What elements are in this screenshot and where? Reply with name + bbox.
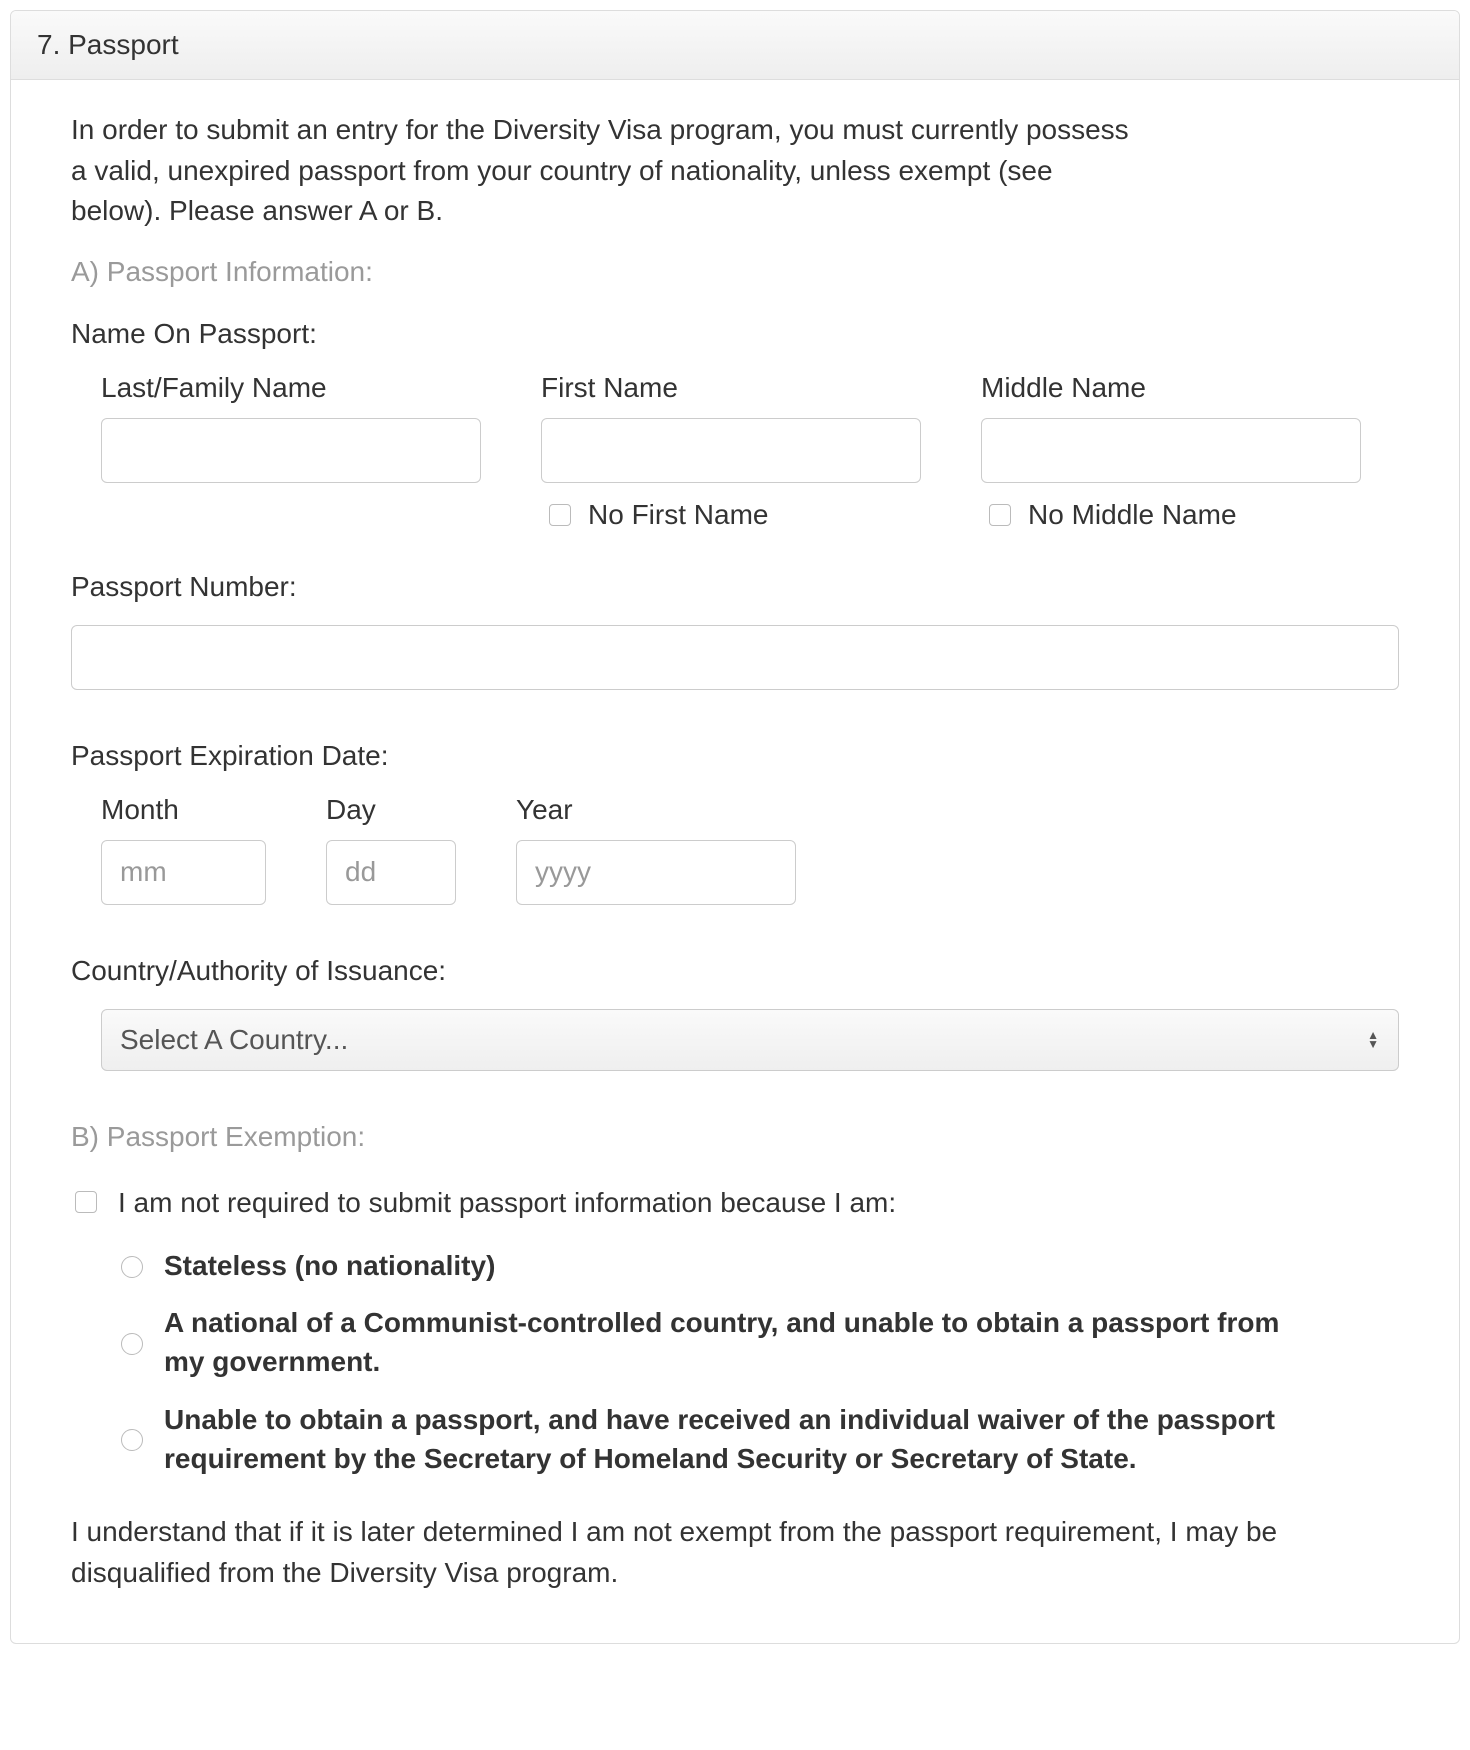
last-name-input[interactable] — [101, 418, 481, 483]
radio-communist-label: A national of a Communist-controlled cou… — [164, 1303, 1284, 1381]
day-input[interactable] — [326, 840, 456, 905]
passport-panel: 7. Passport In order to submit an entry … — [10, 10, 1460, 1644]
radio-waiver[interactable] — [121, 1429, 143, 1451]
exempt-prompt: I am not required to submit passport inf… — [118, 1183, 896, 1222]
disclaimer-text: I understand that if it is later determi… — [71, 1512, 1321, 1593]
no-middle-name-label: No Middle Name — [1028, 499, 1237, 531]
month-input[interactable] — [101, 840, 266, 905]
no-middle-name-checkbox[interactable] — [989, 504, 1011, 526]
first-name-input[interactable] — [541, 418, 921, 483]
intro-text: In order to submit an entry for the Dive… — [71, 110, 1131, 232]
radio-stateless[interactable] — [121, 1256, 143, 1278]
country-select-value: Select A Country... — [120, 1024, 348, 1056]
middle-name-label: Middle Name — [981, 372, 1361, 404]
year-input[interactable] — [516, 840, 796, 905]
radio-waiver-label: Unable to obtain a passport, and have re… — [164, 1400, 1284, 1478]
last-name-label: Last/Family Name — [101, 372, 481, 404]
first-name-label: First Name — [541, 372, 921, 404]
day-label: Day — [326, 794, 456, 826]
year-label: Year — [516, 794, 796, 826]
passport-number-input[interactable] — [71, 625, 1399, 690]
radio-communist[interactable] — [121, 1333, 143, 1355]
section-a-title: A) Passport Information: — [71, 256, 1399, 288]
passport-number-label: Passport Number: — [71, 571, 1399, 603]
no-first-name-checkbox[interactable] — [549, 504, 571, 526]
name-on-passport-label: Name On Passport: — [71, 318, 1399, 350]
no-first-name-label: No First Name — [588, 499, 768, 531]
radio-stateless-label: Stateless (no nationality) — [164, 1246, 495, 1285]
country-select[interactable]: Select A Country... — [101, 1009, 1399, 1071]
issuance-label: Country/Authority of Issuance: — [71, 955, 1399, 987]
middle-name-input[interactable] — [981, 418, 1361, 483]
expiration-label: Passport Expiration Date: — [71, 740, 1399, 772]
section-b-title: B) Passport Exemption: — [71, 1121, 1399, 1153]
exempt-checkbox[interactable] — [75, 1191, 97, 1213]
month-label: Month — [101, 794, 266, 826]
panel-title: 7. Passport — [11, 11, 1459, 80]
